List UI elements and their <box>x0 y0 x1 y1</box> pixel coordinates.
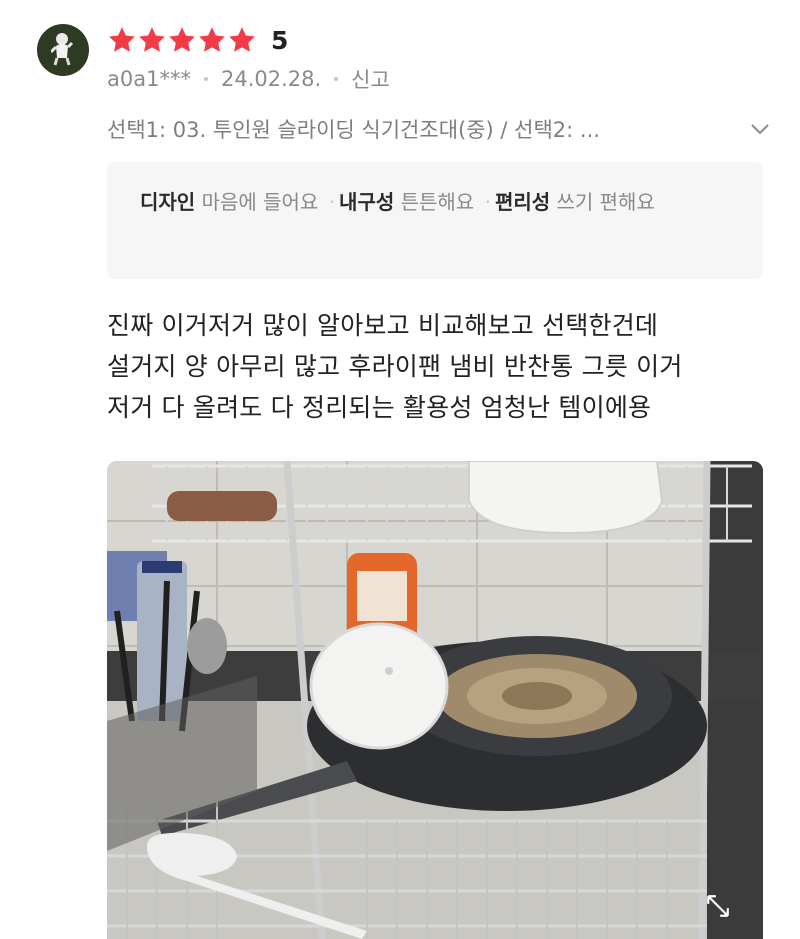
avatar[interactable] <box>37 24 89 76</box>
star-icon <box>139 27 165 52</box>
rating-row: 5 <box>107 22 288 58</box>
attribute-name: 편리성 <box>494 190 551 214</box>
review-card: 5 a0a1*** 24.02.28. 신고 선택1: 03. 투인원 슬라이딩… <box>0 0 800 939</box>
review-body-line: 설거지 양 아무리 많고 후라이팬 냄비 반찬통 그릇 이거 <box>107 352 683 381</box>
review-body-line: 진짜 이거저거 많이 알아보고 비교해보고 선택한건데 <box>107 311 659 340</box>
review-meta: a0a1*** 24.02.28. 신고 <box>107 64 390 94</box>
star-icon <box>169 27 195 52</box>
star-icon <box>229 27 255 52</box>
avatar-figure-icon <box>51 33 73 66</box>
reviewer-id: a0a1*** <box>107 67 191 91</box>
attribute-value: 쓰기 편해요 <box>556 190 655 214</box>
review-body: 진짜 이거저거 많이 알아보고 비교해보고 선택한건데 설거지 양 아무리 많고… <box>107 305 777 428</box>
meta-separator <box>203 77 208 81</box>
attribute-summary: 디자인 마음에 들어요 · 내구성 튼튼해요 · 편리성 쓰기 편해요 <box>107 162 763 279</box>
attribute-name: 내구성 <box>339 190 395 214</box>
review-body-line: 저거 다 올려도 다 정리되는 활용성 엄청난 템이에용 <box>107 393 652 422</box>
attribute-separator: · <box>328 190 336 214</box>
attribute-separator: · <box>484 190 491 214</box>
review-date: 24.02.28. <box>220 67 322 91</box>
expand-icon[interactable] <box>705 893 731 919</box>
product-option-text: 선택1: 03. 투인원 슬라이딩 식기건조대(중) / 선택2: ... <box>107 118 600 142</box>
attribute-value: 튼튼해요 <box>400 190 475 214</box>
attribute-name: 디자인 <box>140 190 196 214</box>
chevron-down-icon[interactable] <box>748 117 772 141</box>
meta-separator <box>334 77 339 81</box>
star-icon <box>199 27 225 52</box>
review-photo[interactable] <box>107 461 763 939</box>
star-icon <box>109 27 135 52</box>
rating-value: 5 <box>271 25 289 55</box>
attribute-value: 마음에 들어요 <box>201 190 319 214</box>
dish-rack-photo <box>107 461 763 939</box>
report-link[interactable]: 신고 <box>351 64 390 94</box>
star-rating <box>107 25 257 55</box>
product-option-row[interactable]: 선택1: 03. 투인원 슬라이딩 식기건조대(중) / 선택2: ... <box>107 112 772 146</box>
